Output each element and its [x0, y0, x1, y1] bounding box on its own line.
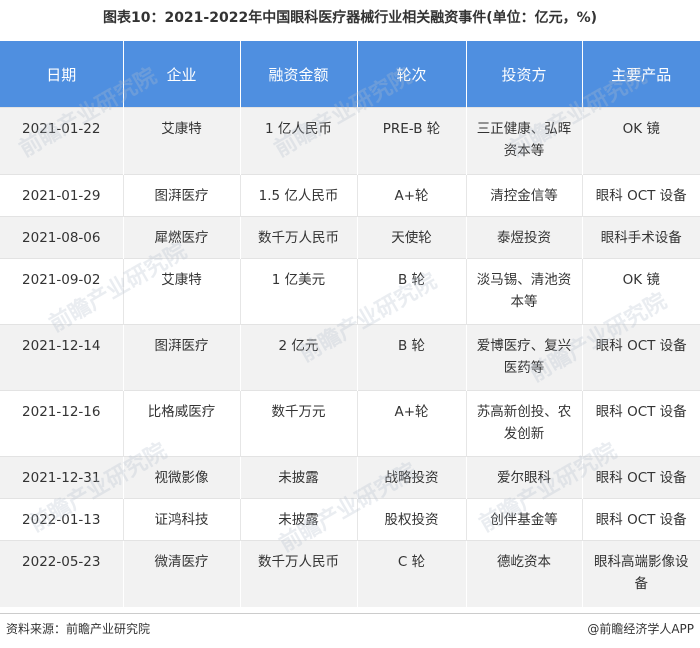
cell-amount: 1 亿美元	[239, 258, 357, 325]
cell-date: 2021-12-31	[0, 456, 123, 499]
cell-company: 微清医疗	[122, 540, 240, 607]
table-row: 2021-12-16 比格威医疗 数千万元 A+轮 苏高新创投、农发创新 眼科 …	[0, 390, 700, 457]
table-header-row: 日期 企业 融资金额 轮次 投资方 主要产品	[0, 41, 700, 108]
header-products: 主要产品	[581, 41, 700, 108]
cell-products: OK 镜	[581, 107, 700, 175]
cell-investors: 爱尔眼科	[465, 456, 582, 499]
cell-round: 股权投资	[356, 498, 466, 541]
cell-date: 2021-01-22	[0, 107, 123, 175]
cell-round: C 轮	[356, 540, 466, 607]
cell-company: 艾康特	[122, 258, 240, 325]
cell-company: 艾康特	[122, 107, 240, 175]
cell-products: 眼科手术设备	[581, 216, 700, 259]
cell-round: A+轮	[356, 174, 466, 217]
source-note: 资料来源：前瞻产业研究院	[6, 622, 151, 636]
table-row: 2021-01-29 图湃医疗 1.5 亿人民币 A+轮 清控金信等 眼科 OC…	[0, 174, 700, 217]
cell-products: 眼科 OCT 设备	[581, 498, 700, 541]
cell-investors: 三正健康、弘晖资本等	[465, 107, 582, 175]
header-date: 日期	[0, 41, 123, 108]
cell-company: 证鸿科技	[122, 498, 240, 541]
cell-date: 2021-12-14	[0, 324, 123, 391]
footer-divider	[0, 613, 700, 614]
cell-round: A+轮	[356, 390, 466, 457]
cell-products: 眼科 OCT 设备	[581, 390, 700, 457]
table-row: 2022-01-13 证鸿科技 未披露 股权投资 创伴基金等 眼科 OCT 设备	[0, 498, 700, 541]
cell-amount: 1 亿人民币	[239, 107, 357, 175]
cell-date: 2021-08-06	[0, 216, 123, 259]
cell-amount: 数千万人民币	[239, 540, 357, 607]
cell-company: 图湃医疗	[122, 174, 240, 217]
header-investors: 投资方	[465, 41, 582, 108]
cell-products: OK 镜	[581, 258, 700, 325]
cell-date: 2022-05-23	[0, 540, 123, 607]
cell-investors: 清控金信等	[465, 174, 582, 217]
header-company: 企业	[122, 41, 240, 108]
header-amount: 融资金额	[239, 41, 357, 108]
cell-round: PRE-B 轮	[356, 107, 466, 175]
cell-amount: 1.5 亿人民币	[239, 174, 357, 217]
table-row: 2022-05-23 微清医疗 数千万人民币 C 轮 德屹资本 眼科高端影像设备	[0, 540, 700, 607]
cell-date: 2022-01-13	[0, 498, 123, 541]
cell-investors: 淡马锡、清池资本等	[465, 258, 582, 325]
credit-note: @前瞻经济学人APP	[587, 622, 694, 636]
cell-company: 视微影像	[122, 456, 240, 499]
cell-date: 2021-01-29	[0, 174, 123, 217]
table-row: 2021-12-31 视微影像 未披露 战略投资 爱尔眼科 眼科 OCT 设备	[0, 456, 700, 499]
cell-date: 2021-12-16	[0, 390, 123, 457]
cell-round: B 轮	[356, 258, 466, 325]
cell-company: 比格威医疗	[122, 390, 240, 457]
cell-investors: 创伴基金等	[465, 498, 582, 541]
cell-amount: 2 亿元	[239, 324, 357, 391]
cell-company: 犀燃医疗	[122, 216, 240, 259]
cell-amount: 未披露	[239, 456, 357, 499]
cell-round: B 轮	[356, 324, 466, 391]
table-row: 2021-12-14 图湃医疗 2 亿元 B 轮 爱博医疗、复兴医药等 眼科 O…	[0, 324, 700, 391]
cell-products: 眼科 OCT 设备	[581, 324, 700, 391]
cell-round: 战略投资	[356, 456, 466, 499]
cell-products: 眼科 OCT 设备	[581, 174, 700, 217]
table-row: 2021-01-22 艾康特 1 亿人民币 PRE-B 轮 三正健康、弘晖资本等…	[0, 107, 700, 175]
cell-amount: 未披露	[239, 498, 357, 541]
cell-products: 眼科 OCT 设备	[581, 456, 700, 499]
financing-table: 日期 企业 融资金额 轮次 投资方 主要产品 2021-01-22 艾康特 1 …	[0, 41, 700, 607]
cell-company: 图湃医疗	[122, 324, 240, 391]
table-row: 2021-08-06 犀燃医疗 数千万人民币 天使轮 泰煜投资 眼科手术设备	[0, 216, 700, 259]
cell-investors: 苏高新创投、农发创新	[465, 390, 582, 457]
cell-products: 眼科高端影像设备	[581, 540, 700, 607]
cell-date: 2021-09-02	[0, 258, 123, 325]
table-row: 2021-09-02 艾康特 1 亿美元 B 轮 淡马锡、清池资本等 OK 镜	[0, 258, 700, 325]
chart-title: 图表10：2021-2022年中国眼科医疗器械行业相关融资事件(单位：亿元，%)	[102, 10, 598, 26]
cell-round: 天使轮	[356, 216, 466, 259]
cell-amount: 数千万元	[239, 390, 357, 457]
cell-amount: 数千万人民币	[239, 216, 357, 259]
cell-investors: 泰煜投资	[465, 216, 582, 259]
cell-investors: 德屹资本	[465, 540, 582, 607]
header-round: 轮次	[356, 41, 466, 108]
cell-investors: 爱博医疗、复兴医药等	[465, 324, 582, 391]
